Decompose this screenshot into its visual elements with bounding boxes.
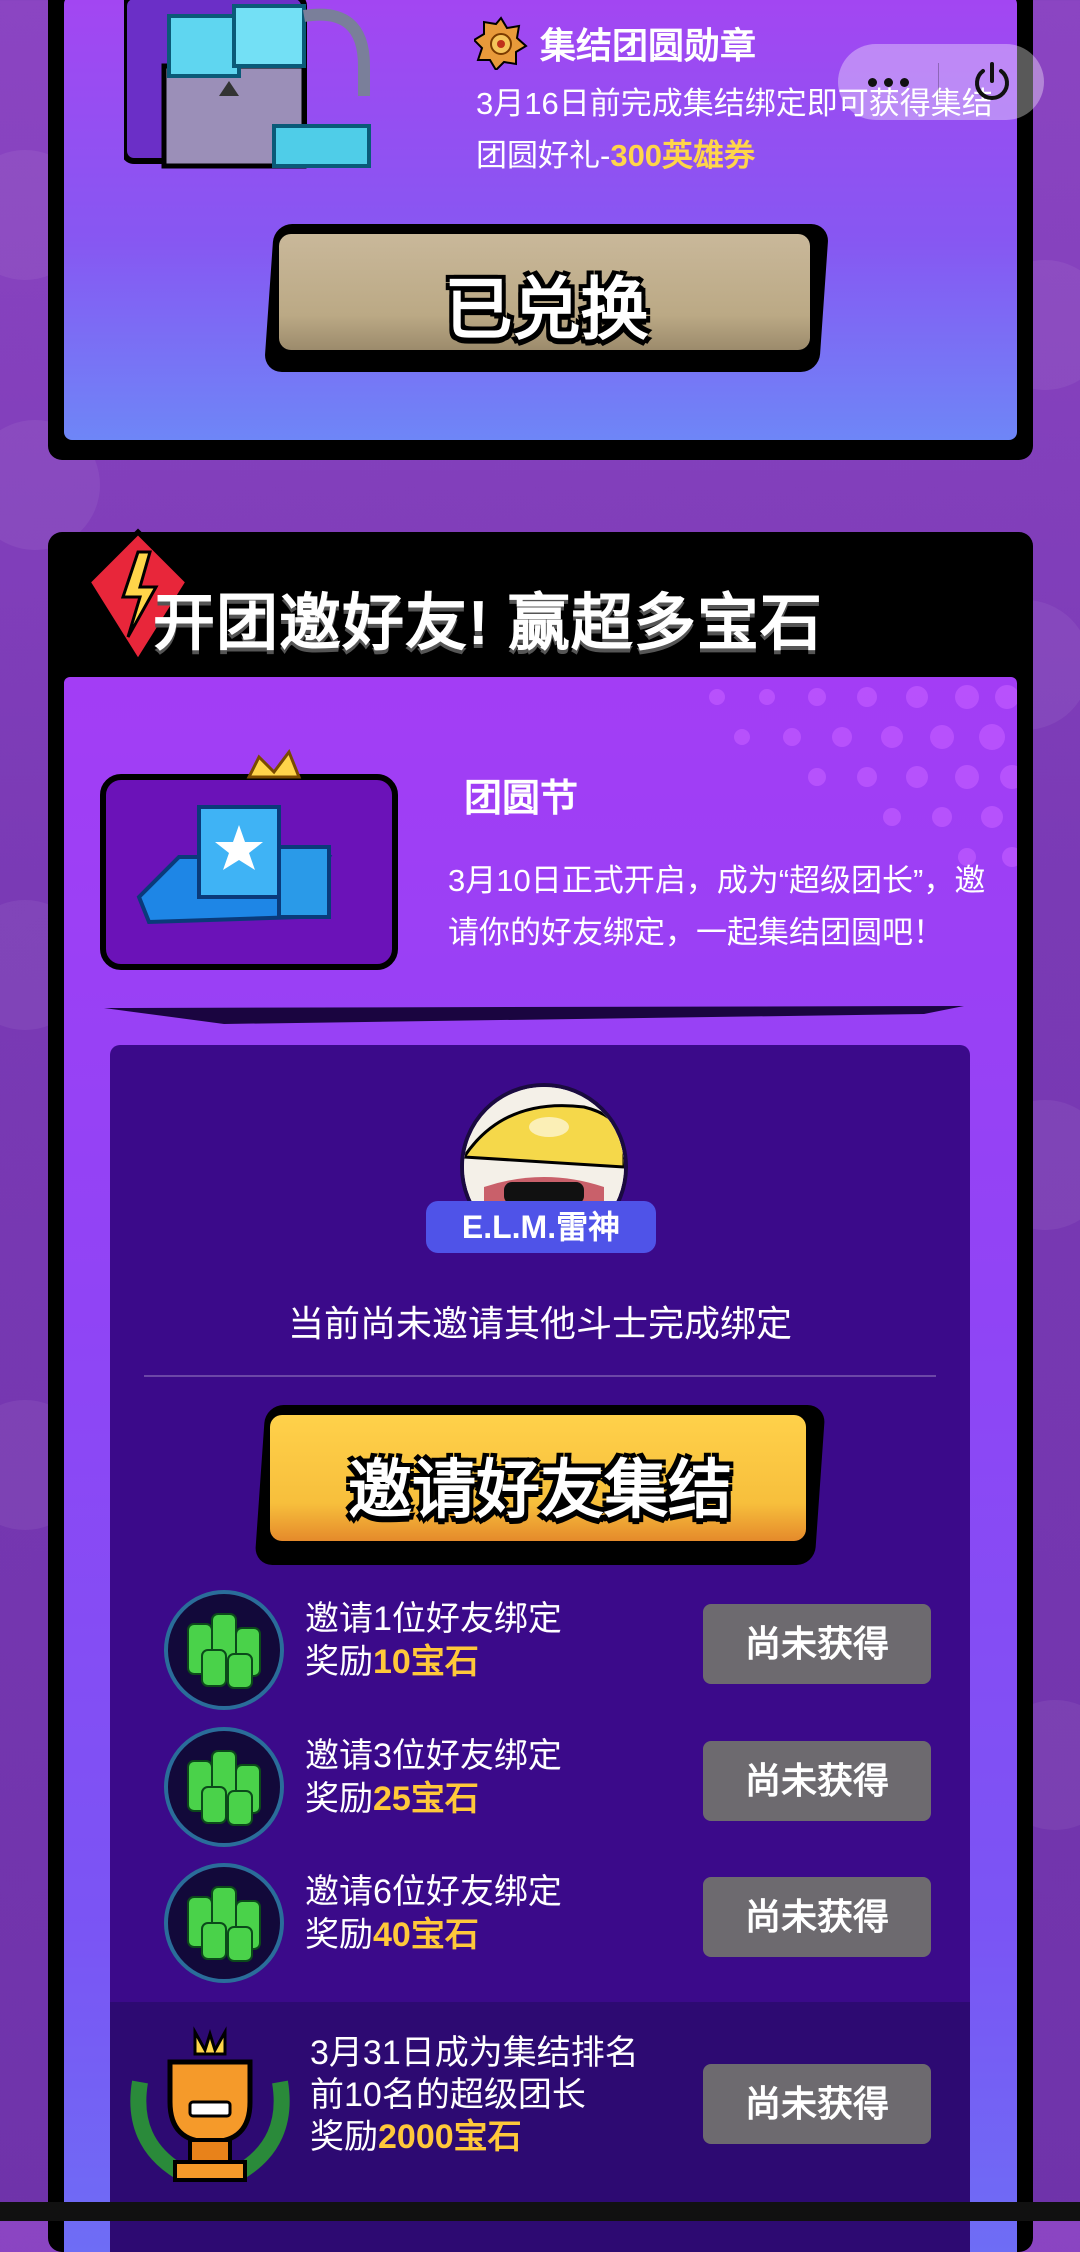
more-dots-icon[interactable]: [838, 44, 938, 120]
star-block-icon: [100, 748, 398, 970]
invite-status-text: 当前尚未邀请其他斗士完成绑定: [287, 1303, 792, 1344]
reward-status-button[interactable]: 尚未获得: [703, 1604, 931, 1684]
exchanged-button[interactable]: 已兑换: [263, 224, 830, 372]
reward-condition: 邀请3位好友绑定: [305, 1737, 562, 1775]
reward-status-button[interactable]: 尚未获得: [703, 1741, 931, 1821]
miniprogram-capsule: [838, 44, 1044, 120]
reward-condition: 邀请1位好友绑定: [305, 1600, 562, 1638]
invite-card-header: 开团邀好友! 赢超多宝石: [48, 528, 1033, 677]
badge-desc-highlight: 300英雄券: [610, 138, 756, 173]
trophy-icon: [130, 2026, 290, 2182]
invite-card-title: 开团邀好友! 赢超多宝石: [153, 589, 823, 658]
reward-amount: 10宝石: [373, 1643, 479, 1681]
invite-button-label: 邀请好友集结: [348, 1454, 732, 1526]
reward-status-button[interactable]: 尚未获得: [703, 1877, 931, 1957]
reward-row: 邀请1位好友绑定 奖励10宝石 尚未获得: [110, 1590, 970, 1710]
top-reward-line2: 前10名的超级团长: [310, 2076, 586, 2114]
reward-text: 邀请6位好友绑定 奖励40宝石: [305, 1871, 562, 1957]
reward-condition: 邀请6位好友绑定: [305, 1873, 562, 1911]
gems-icon: [164, 1590, 284, 1710]
bottom-nav-strip: [0, 2202, 1080, 2221]
invite-friends-button[interactable]: 邀请好友集结: [254, 1405, 826, 1565]
exchanged-button-label: 已兑换: [444, 272, 649, 348]
reward-text: 邀请1位好友绑定 奖励10宝石: [305, 1598, 562, 1684]
gems-icon: [164, 1863, 284, 1983]
reward-row: 邀请3位好友绑定 奖励25宝石 尚未获得: [110, 1727, 970, 1847]
reward-prefix: 奖励: [305, 1643, 373, 1681]
panel-divider: [144, 1375, 936, 1377]
top-reward-line1: 3月31日成为集结排名: [310, 2034, 639, 2072]
badge-title: 集结团圆勋章: [474, 16, 756, 70]
top-reward-prefix: 奖励: [310, 2118, 378, 2156]
badge-title-text: 集结团圆勋章: [540, 25, 757, 66]
reward-amount: 25宝石: [373, 1780, 479, 1818]
feature-description: 3月10日正式开启，成为“超级团长”，邀请你的好友绑定，一起集结团圆吧！: [448, 863, 986, 950]
reward-prefix: 奖励: [305, 1916, 373, 1954]
top-reward-amount: 2000宝石: [378, 2118, 522, 2156]
reward-prefix: 奖励: [305, 1780, 373, 1818]
gems-icon: [164, 1727, 284, 1847]
reward-row: 邀请6位好友绑定 奖励40宝石 尚未获得: [110, 1863, 970, 1983]
reward-text: 邀请3位好友绑定 奖励25宝石: [305, 1735, 562, 1821]
player-name-tag: E.L.M.雷神: [426, 1201, 656, 1253]
wedge-divider: [104, 1006, 964, 1024]
reward-amount: 40宝石: [373, 1916, 479, 1954]
invite-card-body: 团圆节 3月10日正式开启，成为“超级团长”，邀请你的好友绑定，一起集结团圆吧！…: [64, 677, 1017, 2252]
top-reward-text: 3月31日成为集结排名 前10名的超级团长 奖励2000宝石: [310, 2032, 639, 2158]
power-icon[interactable]: [939, 44, 1044, 120]
top-reward-status-button[interactable]: 尚未获得: [703, 2064, 931, 2144]
medal-icon: [474, 16, 528, 70]
reward-box-image: [124, 0, 371, 169]
invite-card: 开团邀好友! 赢超多宝石 团圆节 3月10日正式开启，成为“超级团长”，邀请你的…: [48, 528, 1033, 2252]
feature-title: 团圆节: [464, 778, 579, 820]
